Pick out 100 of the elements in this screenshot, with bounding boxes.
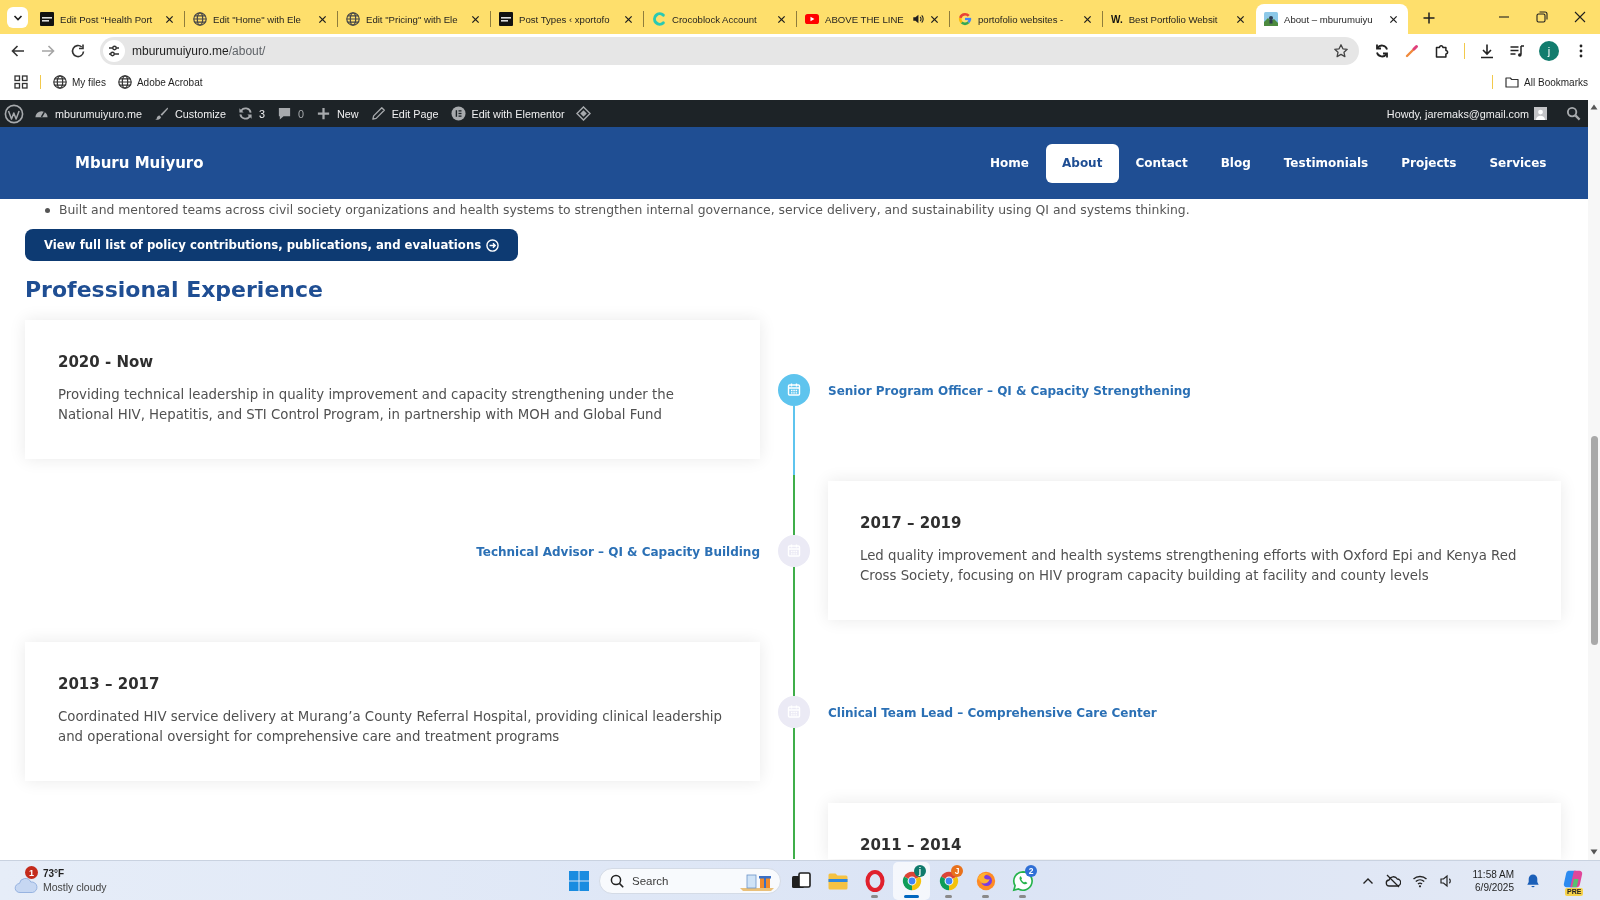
close-icon[interactable] bbox=[471, 14, 480, 24]
notification-badge: 2 bbox=[1025, 864, 1037, 877]
browser-tab[interactable]: About – mburumuiyu bbox=[1256, 4, 1408, 34]
browser-tab[interactable]: portofolio websites - bbox=[950, 4, 1102, 34]
taskbar-button[interactable]: 2 bbox=[1004, 861, 1041, 900]
taskbar-button[interactable]: j bbox=[893, 861, 930, 900]
favicon-text: W. bbox=[1111, 13, 1123, 25]
scroll-down-arrow-icon[interactable] bbox=[1590, 849, 1598, 855]
close-icon[interactable] bbox=[1236, 14, 1245, 24]
job-title: Senior Program Officer – QI & Capacity Strengthening bbox=[828, 384, 1191, 398]
apps-grid-icon[interactable] bbox=[14, 75, 28, 89]
crescent-icon bbox=[652, 12, 666, 26]
edit-page-link[interactable]: Edit Page bbox=[364, 106, 445, 121]
brush-icon bbox=[154, 106, 169, 121]
speaker-icon[interactable] bbox=[912, 13, 924, 25]
chat-bubble-icon bbox=[1011, 869, 1034, 892]
bookmark-link[interactable]: My files bbox=[53, 75, 106, 89]
bookmark-link[interactable]: Adobe Acrobat bbox=[117, 75, 203, 89]
browser-tab[interactable]: Edit Post “Health Port bbox=[32, 4, 184, 34]
browser-icon bbox=[937, 869, 960, 892]
logo-icon[interactable] bbox=[4, 103, 24, 124]
list-item-text: Built and mentored teams across civil society organizations and health systems to strengthen internal governance, service delivery, and sustainability using QI and systems thinking. bbox=[59, 201, 1190, 219]
browser-tab[interactable]: Edit "Home" with Ele bbox=[185, 4, 337, 34]
customize-link[interactable]: Customize bbox=[148, 106, 233, 121]
date-range: 2013 – 2017 bbox=[58, 674, 161, 695]
nav-link[interactable]: Services bbox=[1472, 143, 1563, 183]
globe-icon bbox=[193, 12, 207, 26]
description-text: Led quality improvement and health systems strengthening efforts with Oxford Epi and Kenya Red Cross Society, focusing on HIV program capacity building at facility and county levels bbox=[860, 547, 1518, 585]
eyedropper-icon[interactable] bbox=[1404, 43, 1420, 59]
job-title: Clinical Team Lead – Comprehensive Care Center bbox=[828, 706, 1157, 720]
nav-link[interactable]: Blog bbox=[1204, 143, 1268, 183]
search-input[interactable]: Search bbox=[632, 874, 702, 887]
close-icon[interactable] bbox=[1574, 11, 1586, 23]
square-logo-icon bbox=[40, 12, 54, 26]
photo-icon bbox=[1264, 12, 1278, 26]
description-text: Coordinated HIV service delivery at Murang’a County Referral Hospital, providing clinical leadership and operational oversight for comprehensive care and treatment programs bbox=[58, 708, 723, 746]
search-icon[interactable] bbox=[1566, 106, 1581, 121]
close-icon[interactable] bbox=[624, 14, 633, 24]
swirl-disc-icon bbox=[974, 869, 997, 892]
sync-icon[interactable] bbox=[1374, 43, 1390, 59]
profile-button[interactable]: j bbox=[1539, 41, 1559, 61]
address-bar[interactable]: mburumuiyuro.me/about/ bbox=[100, 37, 1359, 65]
folder-icon bbox=[1505, 75, 1520, 89]
restore-icon[interactable] bbox=[1536, 11, 1548, 23]
diamond-icon[interactable] bbox=[575, 106, 591, 121]
scroll-up-arrow-icon[interactable] bbox=[1590, 104, 1598, 110]
nav-link[interactable]: Testimonials bbox=[1267, 143, 1385, 183]
cloud-off-icon[interactable] bbox=[1385, 872, 1402, 889]
scrollbar-thumb[interactable] bbox=[1590, 436, 1598, 645]
nav-link[interactable]: Home bbox=[973, 143, 1046, 183]
nav-link[interactable]: Projects bbox=[1384, 143, 1473, 183]
media-queue-icon[interactable] bbox=[1509, 43, 1525, 59]
star-icon[interactable] bbox=[1333, 43, 1349, 59]
browser-tab[interactable]: ABOVE THE LINE bbox=[797, 4, 949, 34]
nav-link[interactable]: Contact bbox=[1118, 143, 1205, 183]
square-logo-icon bbox=[499, 12, 513, 26]
site-name-link[interactable]: mburumuiyuro.me bbox=[28, 106, 148, 121]
plus-icon bbox=[316, 106, 332, 121]
plus-icon[interactable] bbox=[1423, 12, 1435, 24]
reload-icon[interactable] bbox=[70, 43, 86, 59]
cloud-icon bbox=[14, 876, 38, 893]
site-settings-icon[interactable] bbox=[103, 40, 125, 62]
description-text: Providing technical leadership in quality improvement and capacity strengthening under the National HIV, Hepatitis, and STI Control Program, in partnership with MOH and Global Fund bbox=[58, 386, 675, 424]
bell-icon[interactable] bbox=[1525, 872, 1541, 889]
search-icon bbox=[610, 873, 624, 888]
account-link[interactable]: Howdy, jaremaks@gmail.com bbox=[1380, 107, 1553, 120]
download-icon[interactable] bbox=[1479, 43, 1495, 59]
play-icon bbox=[805, 12, 819, 26]
avatar-icon bbox=[1534, 107, 1547, 120]
tab-list-button[interactable] bbox=[7, 7, 28, 28]
browser-tab[interactable]: Edit "Pricing" with Ele bbox=[338, 4, 490, 34]
page-builder-link[interactable]: Edit with Elementor bbox=[444, 106, 571, 121]
updates-link[interactable]: 3 bbox=[232, 106, 272, 121]
browser-tab[interactable]: Crocoblock Account bbox=[644, 4, 796, 34]
site-title[interactable]: Mburu Muiyuro bbox=[75, 154, 204, 172]
close-icon[interactable] bbox=[930, 14, 939, 24]
close-icon[interactable] bbox=[777, 14, 786, 24]
clock[interactable]: 11:58 AM 6/9/2025 bbox=[1472, 867, 1514, 894]
new-content-link[interactable]: New bbox=[310, 106, 365, 121]
scrollbar-track[interactable] bbox=[1588, 100, 1600, 860]
url-text: mburumuiyuro.me/about/ bbox=[132, 44, 267, 58]
close-icon[interactable] bbox=[165, 14, 174, 24]
close-icon[interactable] bbox=[1083, 14, 1092, 24]
browser-tab[interactable]: W. Best Portfolio Websit bbox=[1103, 4, 1255, 34]
weather-widget[interactable]: 1 73°F Mostly cloudy bbox=[14, 868, 107, 893]
back-arrow-icon[interactable] bbox=[10, 43, 26, 59]
date-range: 2017 – 2019 bbox=[860, 513, 963, 534]
windows-logo-icon[interactable] bbox=[569, 870, 589, 891]
notification-badge: j bbox=[914, 864, 926, 877]
refresh-icon bbox=[238, 106, 254, 121]
puzzle-piece-icon[interactable] bbox=[1434, 43, 1450, 59]
comments-link[interactable]: 0 bbox=[271, 106, 311, 121]
browser-icon bbox=[900, 869, 923, 892]
nav-link[interactable]: About bbox=[1045, 143, 1119, 183]
comment-icon bbox=[277, 106, 293, 121]
close-icon[interactable] bbox=[1389, 14, 1398, 24]
all-bookmarks-link[interactable]: All Bookmarks bbox=[1505, 75, 1588, 89]
publications-button[interactable]: View full list of policy contributions, publications, and evaluations bbox=[25, 229, 519, 261]
close-icon[interactable] bbox=[318, 14, 327, 24]
browser-tab[interactable]: Post Types ‹ xportofo bbox=[491, 4, 643, 34]
